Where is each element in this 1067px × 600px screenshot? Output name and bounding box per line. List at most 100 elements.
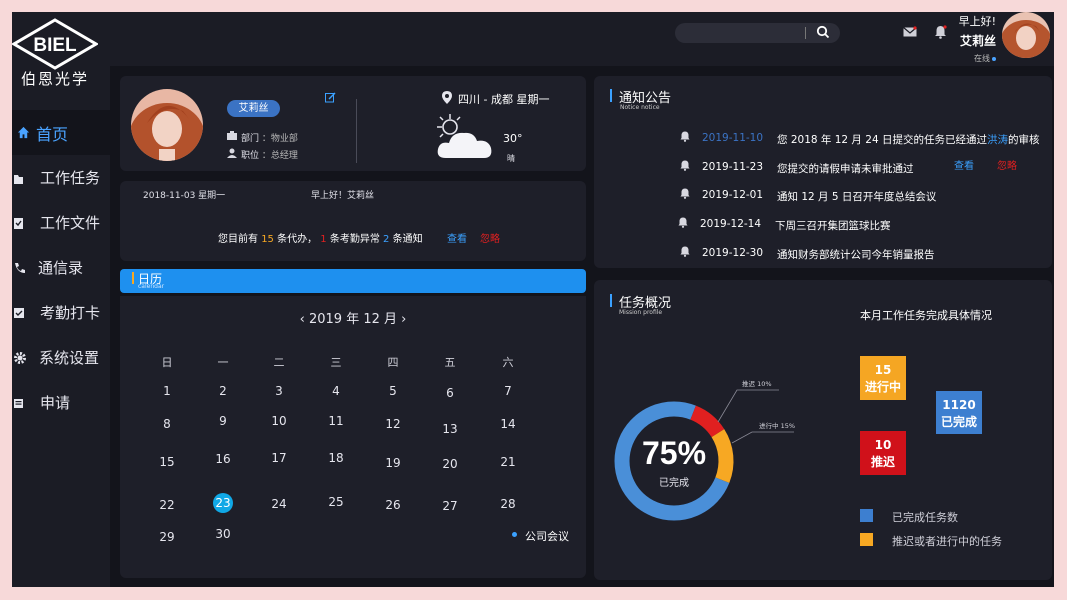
legend-swatch-other [860, 533, 873, 546]
department-icon [227, 131, 237, 140]
done-label: 已完成 [940, 415, 977, 429]
calendar-day[interactable]: 22 [152, 498, 182, 512]
calendar-day[interactable]: 8 [152, 417, 182, 431]
attendance-text: 条考勤异常 [329, 234, 380, 245]
edit-icon[interactable] [325, 92, 336, 103]
calendar-day[interactable]: 10 [264, 414, 294, 428]
completion-donut: 75% 已完成 推迟 10% 进行中 15% [614, 379, 795, 521]
calendar-day[interactable]: 2 [208, 384, 238, 398]
calendar-day[interactable]: 28 [493, 497, 523, 511]
notice-item[interactable]: 2019-12-01 通知 12 月 5 日召开年度总结会议 [680, 187, 1030, 205]
calendar-day[interactable]: 26 [378, 498, 408, 512]
notice-date: 2019-11-23 [702, 161, 764, 173]
nav-contacts[interactable]: 通信录 [12, 245, 110, 290]
notice-item[interactable]: 2019-12-14 下周三召开集团篮球比赛 [678, 216, 1028, 234]
user-greeting: 早上好! 艾莉丝 在线 [959, 12, 996, 64]
department-value: 物业部 [270, 134, 298, 144]
department-row: 部门 ：物业部 [241, 131, 298, 144]
calendar-day[interactable]: 17 [264, 451, 294, 465]
notice-panel: 通知公告 Notice notice 2019-11-10 您 2018 年 12… [594, 76, 1052, 268]
calendar-day[interactable]: 4 [321, 384, 351, 398]
calendar-day[interactable]: 11 [321, 414, 351, 428]
notice-text: 通知 12 月 5 日召开年度总结会议 [777, 191, 937, 203]
calendar-day[interactable]: 16 [208, 452, 238, 466]
calendar-day[interactable]: 15 [152, 455, 182, 469]
greeting-text: 早上好! [958, 15, 996, 28]
location-text: 四川 - 成都 [458, 93, 513, 106]
notice-text: 您 2018 年 12 月 24 日提交的任务已经通过洪涛的审核 [777, 132, 1039, 147]
calendar-day[interactable]: 19 [378, 456, 408, 470]
calendar-day[interactable]: 7 [493, 384, 523, 398]
nav-apply[interactable]: 申请 [12, 380, 110, 425]
search-input[interactable] [675, 23, 840, 43]
donut-slice-progress [711, 429, 734, 483]
nav-label: 系统设置 [39, 349, 100, 367]
brand-name: 伯恩光学 [20, 70, 89, 88]
attendance-count: 1 [320, 234, 327, 245]
nav-attendance[interactable]: 考勤打卡 [12, 290, 110, 335]
next-month-button[interactable]: › [401, 312, 406, 327]
completion-percent: 75% [642, 435, 706, 471]
partly-cloudy-icon [437, 114, 492, 158]
person-icon [227, 148, 237, 158]
calendar-day[interactable]: 14 [493, 417, 523, 431]
nav-tasks[interactable]: 工作任务 [12, 155, 110, 200]
summary-line: 您目前有 15 条代办， 1 条考勤异常 2 条通知 [218, 230, 423, 245]
bell-icon[interactable] [934, 25, 947, 39]
calendar-check-icon [14, 304, 32, 322]
nav-label: 考勤打卡 [40, 304, 101, 322]
prev-month-button[interactable]: ‹ [300, 312, 309, 327]
calendar-day[interactable]: 27 [435, 499, 465, 513]
summary-ignore-link[interactable]: 忽略 [480, 230, 500, 245]
calendar-day[interactable]: 5 [378, 384, 408, 398]
done-value: 1120 [942, 398, 976, 412]
calendar-day[interactable]: 21 [493, 455, 523, 469]
calendar-day[interactable]: 20 [435, 457, 465, 471]
delayed-value: 10 [874, 438, 892, 452]
calendar-day[interactable]: 18 [321, 451, 351, 465]
calendar-day[interactable]: 13 [435, 422, 465, 436]
calendar-day[interactable]: 9 [208, 414, 238, 428]
todo-count: 15 [261, 234, 274, 245]
notice-item[interactable]: 2019-11-23 您提交的请假申请未审批通过 [680, 159, 1030, 177]
user-avatar[interactable] [1002, 12, 1050, 58]
weather-location: 四川 - 成都 星期一 [458, 91, 549, 107]
bell-icon [680, 188, 690, 199]
search-icon[interactable] [816, 25, 830, 39]
weekday-header: 三 [330, 356, 342, 369]
mission-subtitle: Mission profile [619, 309, 663, 316]
progress-leader-line [731, 431, 794, 444]
nav-settings[interactable]: 系统设置 [12, 335, 110, 380]
search-divider [805, 27, 806, 39]
calendar-day[interactable]: 29 [152, 530, 182, 544]
calendar-day[interactable]: 12 [378, 417, 408, 431]
calendar-day[interactable]: 25 [321, 495, 351, 509]
notice-subtitle: Notice notice [620, 104, 660, 111]
todo-text: 条代办， [277, 234, 318, 245]
weather-desc: 晴 [507, 154, 515, 163]
mail-icon[interactable] [903, 26, 917, 38]
legend-done: 已完成任务数 [892, 511, 958, 524]
summary-greeting: 早上好！艾莉丝 [311, 191, 375, 201]
legend-swatch-done [860, 509, 873, 522]
notice-ignore-link[interactable]: 忽略 [997, 157, 1017, 172]
nav-files[interactable]: 工作文件 [12, 200, 110, 245]
nav-home[interactable]: 首页 [12, 110, 110, 155]
calendar-day[interactable]: 1 [152, 384, 182, 398]
notice-view-link[interactable]: 查看 [954, 157, 974, 172]
weekday-header: 一 [217, 356, 229, 369]
file-check-icon [14, 214, 32, 232]
calendar-day[interactable]: 30 [208, 527, 238, 541]
calendar-day-today[interactable]: 23 [213, 493, 233, 513]
completion-label: 已完成 [659, 476, 689, 489]
calendar-subtitle: calendar [138, 283, 165, 290]
notice-item[interactable]: 2019-11-10 您 2018 年 12 月 24 日提交的任务已经通过洪涛的… [680, 130, 1039, 148]
calendar-day[interactable]: 6 [435, 386, 465, 400]
weekday-header: 二 [273, 356, 285, 369]
calendar-day[interactable]: 24 [264, 497, 294, 511]
progress-data-label: 进行中 15% [759, 421, 795, 430]
summary-view-link[interactable]: 查看 [447, 230, 467, 245]
notice-item[interactable]: 2019-12-30 通知财务部统计公司今年销量报告 [680, 245, 1030, 263]
calendar-day[interactable]: 3 [264, 384, 294, 398]
event-label[interactable]: 公司会议 [525, 528, 569, 544]
